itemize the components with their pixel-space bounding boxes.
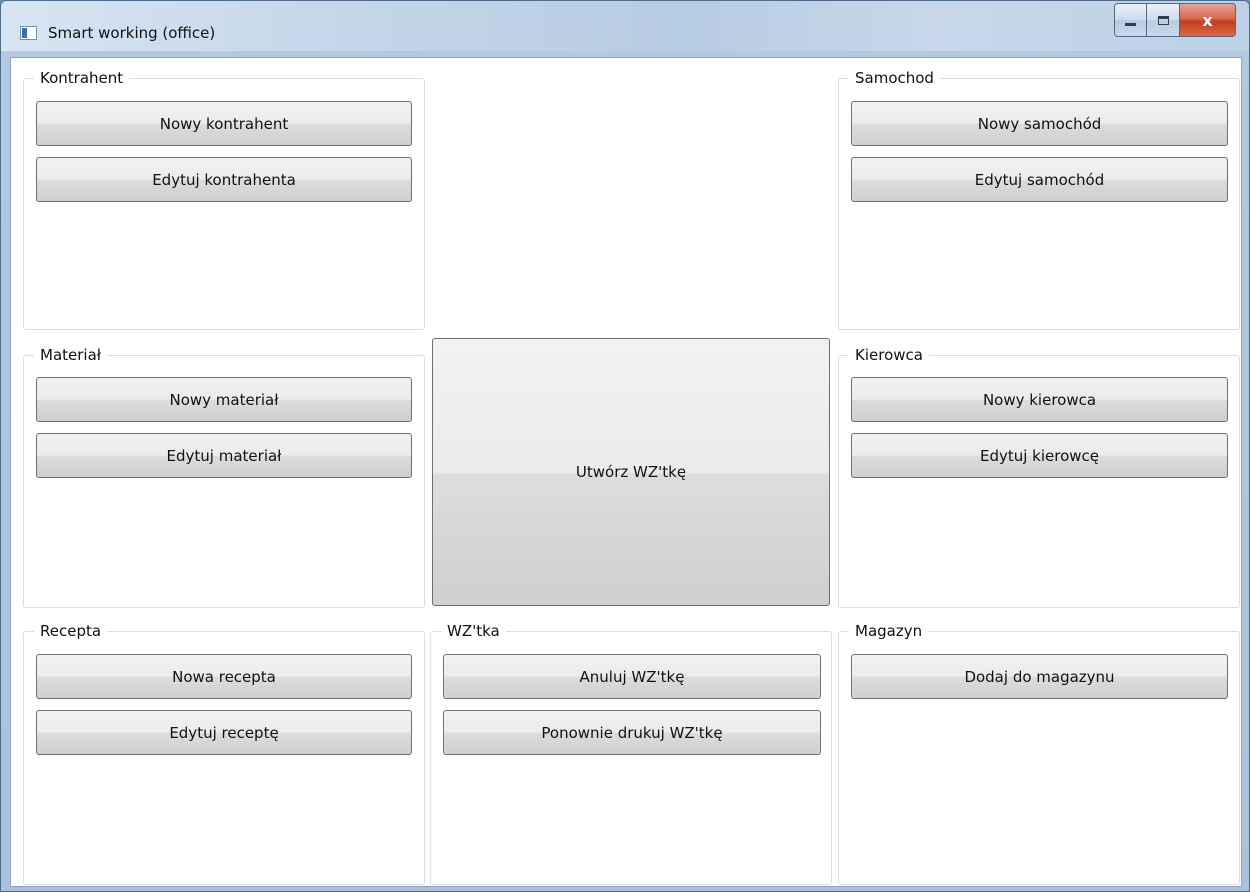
maximize-button[interactable] bbox=[1147, 3, 1180, 37]
group-label-recepta: Recepta bbox=[34, 622, 108, 640]
group-magazyn: Magazyn Dodaj do magazynu bbox=[838, 622, 1240, 885]
new-material-button[interactable]: Nowy materiał bbox=[36, 377, 412, 422]
group-wztka: WZ'tka Anuluj WZ'tkę Ponownie drukuj WZ'… bbox=[430, 622, 832, 885]
app-icon bbox=[20, 26, 37, 40]
minimize-icon bbox=[1125, 22, 1136, 26]
title-bar[interactable]: Smart working (office) x bbox=[1, 1, 1249, 51]
window-title: Smart working (office) bbox=[48, 24, 216, 42]
maximize-icon bbox=[1157, 15, 1169, 25]
group-recepta: Recepta Nowa recepta Edytuj receptę bbox=[23, 622, 425, 885]
group-label-kontrahent: Kontrahent bbox=[34, 69, 130, 87]
new-car-button[interactable]: Nowy samochód bbox=[851, 101, 1228, 146]
group-label-samochod: Samochod bbox=[849, 69, 940, 87]
group-label-kierowca: Kierowca bbox=[849, 346, 929, 364]
edit-car-button[interactable]: Edytuj samochód bbox=[851, 157, 1228, 202]
edit-driver-button[interactable]: Edytuj kierowcę bbox=[851, 433, 1228, 478]
edit-recipe-button[interactable]: Edytuj receptę bbox=[36, 710, 412, 755]
group-label-material: Materiał bbox=[34, 346, 108, 364]
minimize-button[interactable] bbox=[1114, 3, 1147, 37]
edit-contractor-button[interactable]: Edytuj kontrahenta bbox=[36, 157, 412, 202]
group-kierowca: Kierowca Nowy kierowca Edytuj kierowcę bbox=[838, 346, 1240, 608]
group-kontrahent: Kontrahent Nowy kontrahent Edytuj kontra… bbox=[23, 69, 425, 330]
close-button[interactable]: x bbox=[1180, 3, 1236, 37]
group-samochod: Samochod Nowy samochód Edytuj samochód bbox=[838, 69, 1240, 330]
new-recipe-button[interactable]: Nowa recepta bbox=[36, 654, 412, 699]
group-label-magazyn: Magazyn bbox=[849, 622, 929, 640]
close-icon: x bbox=[1202, 10, 1213, 30]
edit-material-button[interactable]: Edytuj materiał bbox=[36, 433, 412, 478]
app-window: Smart working (office) x Kontrahent Nowy… bbox=[0, 0, 1250, 892]
new-contractor-button[interactable]: Nowy kontrahent bbox=[36, 101, 412, 146]
group-label-wztka: WZ'tka bbox=[441, 622, 506, 640]
reprint-wz-button[interactable]: Ponownie drukuj WZ'tkę bbox=[443, 710, 821, 755]
client-area: Kontrahent Nowy kontrahent Edytuj kontra… bbox=[10, 57, 1242, 887]
cancel-wz-button[interactable]: Anuluj WZ'tkę bbox=[443, 654, 821, 699]
group-material: Materiał Nowy materiał Edytuj materiał bbox=[23, 346, 425, 608]
new-driver-button[interactable]: Nowy kierowca bbox=[851, 377, 1228, 422]
add-to-warehouse-button[interactable]: Dodaj do magazynu bbox=[851, 654, 1228, 699]
caption-buttons: x bbox=[1114, 3, 1236, 39]
create-wz-button[interactable]: Utwórz WZ'tkę bbox=[432, 338, 830, 606]
